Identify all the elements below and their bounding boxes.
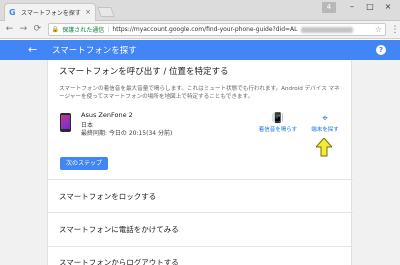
main-card: スマートフォンを呼び出す / 位置を特定する スマートフォンの着信音を最大音量で…: [47, 60, 353, 265]
minimize-icon[interactable]: –: [344, 1, 360, 13]
redacted-url-part: [300, 26, 353, 33]
find-device-label: 端末を探す: [311, 127, 339, 133]
help-icon[interactable]: ?: [376, 45, 386, 55]
phone-screen: [61, 115, 70, 129]
browser-toolbar: ← → ⟳ 🔒 保護された通信 | https://myaccount.goog…: [0, 21, 400, 39]
menu-item-call-phone[interactable]: スマートフォンに電話をかけてみる: [59, 224, 179, 235]
device-last-sync: 最終同期: 今日の 20:15(34 分前): [81, 130, 173, 137]
url-text: https://myaccount.google.com/find-your-p…: [112, 26, 298, 33]
section-title: スマートフォンを呼び出す / 位置を特定する: [59, 67, 229, 77]
next-step-button[interactable]: 次のステップ: [60, 157, 108, 170]
window-badge: 4: [322, 2, 336, 13]
ring-phone-icon: 📳: [271, 113, 285, 124]
maximize-icon[interactable]: □: [362, 1, 378, 13]
forward-arrow-icon[interactable]: →: [17, 23, 30, 36]
find-device-button[interactable]: ⌖ 端末を探す: [305, 113, 345, 133]
secure-label: 保護された通信: [62, 27, 105, 34]
close-window-icon[interactable]: ×: [380, 1, 396, 13]
divider: [48, 212, 353, 213]
ring-phone-label: 着信音を鳴らす: [258, 127, 298, 133]
find-device-icon: ⌖: [322, 113, 328, 124]
content-area: スマートフォンを呼び出す / 位置を特定する スマートフォンの着信音を最大音量で…: [0, 60, 400, 265]
app-header: ← スマートフォンを探す ?: [0, 40, 400, 60]
menu-item-sign-out[interactable]: スマートフォンからログアウトする: [59, 257, 179, 265]
bookmark-star-icon[interactable]: ☆: [375, 25, 382, 34]
divider: [48, 246, 353, 247]
tab-title: スマートフォンを探す: [21, 10, 81, 17]
browser-tab-strip: G スマートフォンを探す × 4 – □ ×: [0, 0, 400, 21]
menu-item-lock-phone[interactable]: スマートフォンをロックする: [59, 191, 156, 202]
back-arrow-icon[interactable]: ←: [28, 40, 42, 60]
reload-icon[interactable]: ⟳: [31, 23, 44, 36]
address-bar[interactable]: 🔒 保護された通信 | https://myaccount.google.com…: [47, 23, 387, 36]
ring-phone-button[interactable]: 📳 着信音を鳴らす: [248, 113, 308, 133]
back-arrow-icon[interactable]: ←: [3, 23, 16, 36]
pointer-arrow-icon: [316, 138, 332, 157]
page-title: スマートフォンを探す: [52, 46, 137, 56]
new-tab-button[interactable]: [97, 7, 115, 17]
google-favicon-icon: G: [9, 8, 16, 17]
divider: [48, 179, 353, 180]
phone-thumbnail-icon: [60, 113, 71, 132]
device-name: Asus ZenFone 2: [81, 111, 133, 119]
browser-tab[interactable]: G スマートフォンを探す ×: [4, 3, 96, 21]
lock-icon: 🔒: [51, 26, 60, 33]
browser-menu-icon[interactable]: ⋮: [390, 25, 400, 35]
tab-close-icon[interactable]: ×: [85, 9, 91, 16]
url-separator: |: [107, 26, 110, 33]
window-controls: – □ ×: [344, 1, 396, 13]
section-description: スマートフォンの着信音を最大音量で鳴らします。これはミュート状態でも行われます。…: [59, 86, 340, 100]
